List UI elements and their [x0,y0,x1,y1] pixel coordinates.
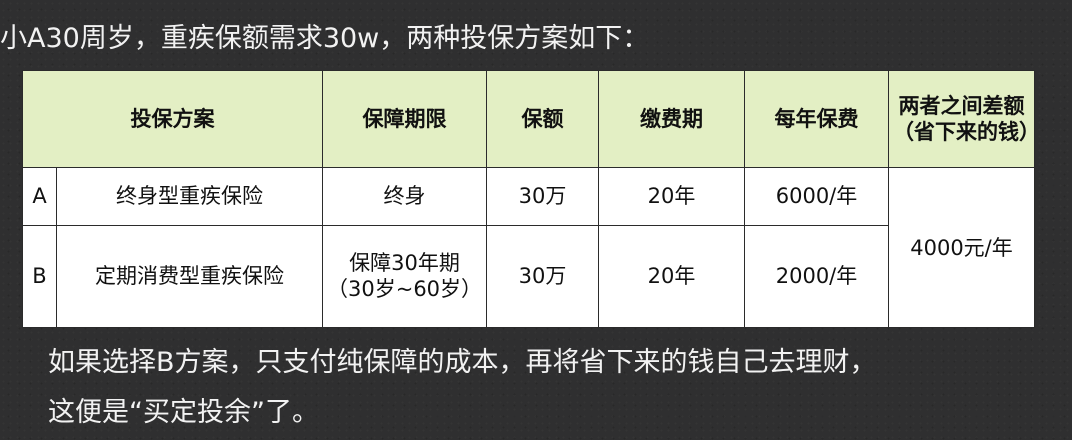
header-difference: 两者之间差额（省下来的钱） [888,70,1040,168]
table-header-row: 投保方案 保障期限 保额 缴费期 每年保费 两者之间差额（省下来的钱） [22,70,1040,168]
row-annual-premium: 6000/年 [744,167,889,226]
header-payment-term: 缴费期 [598,70,745,168]
row-letter: B [22,224,57,329]
table-row: A 终身型重疾保险 终身 30万 20年 6000/年 4000元/年 [22,167,1035,328]
conclusion-text: 如果选择B方案，只支付纯保障的成本，再将省下来的钱自己去理财， 这便是“买定投余… [48,338,877,438]
difference-value: 4000元/年 [888,167,1035,328]
row-plan: 定期消费型重疾保险 [56,224,323,329]
row-letter: A [22,167,57,226]
row-annual-premium: 2000/年 [744,224,889,329]
row-payment-term: 20年 [598,224,745,329]
table-row: B 定期消费型重疾保险 保障30年期（30岁~60岁） 30万 20年 2000… [22,224,1035,329]
conclusion-line: 如果选择B方案，只支付纯保障的成本，再将省下来的钱自己去理财， [48,347,877,378]
row-plan: 终身型重疾保险 [56,167,323,226]
conclusion-line: 这便是“买定投余”了。 [48,397,319,428]
intro-text: 小A30周岁，重疾保额需求30w，两种投保方案如下： [0,23,650,54]
header-plan: 投保方案 [22,70,323,168]
header-annual-premium: 每年保费 [744,70,889,168]
row-period: 保障30年期（30岁~60岁） [322,224,487,329]
row-period: 终身 [322,167,487,226]
header-period: 保障期限 [322,70,487,168]
row-amount: 30万 [486,224,599,329]
header-amount: 保额 [486,70,599,168]
insurance-plan-table: 投保方案 保障期限 保额 缴费期 每年保费 两者之间差额（省下来的钱） A 终身… [22,70,1040,329]
row-amount: 30万 [486,167,599,226]
row-payment-term: 20年 [598,167,745,226]
